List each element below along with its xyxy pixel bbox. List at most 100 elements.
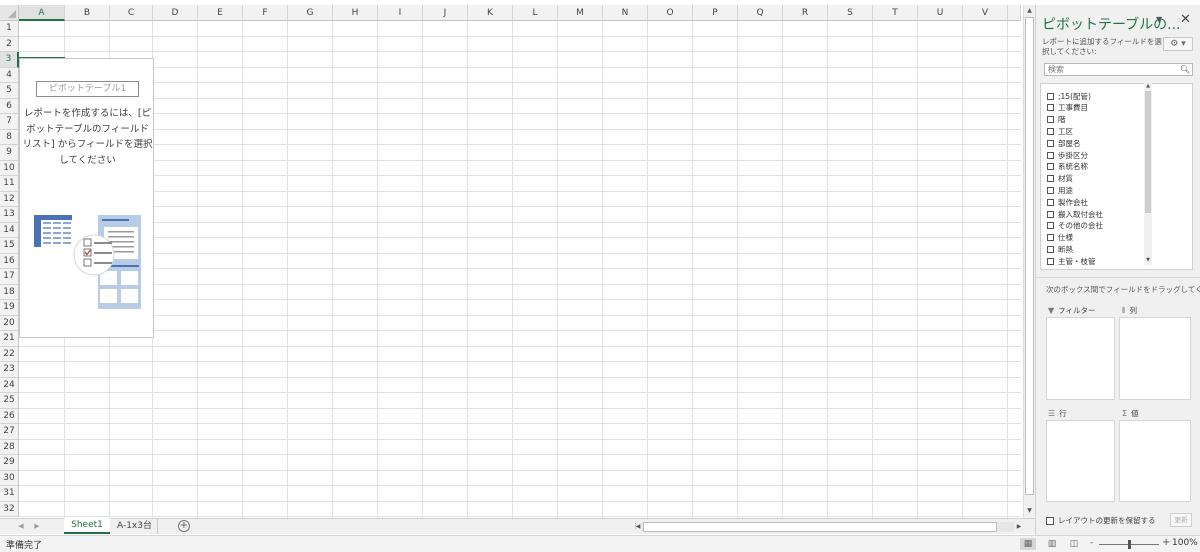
field-item[interactable]: 製作会社 <box>1047 196 1088 208</box>
field-checkbox[interactable] <box>1047 222 1054 230</box>
row-header-6[interactable]: 6 <box>0 98 19 114</box>
column-header-g[interactable]: G <box>288 5 333 21</box>
field-checkbox[interactable] <box>1047 163 1054 171</box>
filter-drop-area[interactable] <box>1046 317 1115 400</box>
tab-sheet1[interactable]: Sheet1 <box>64 518 110 534</box>
field-search-input[interactable]: 検索 🔍︎ <box>1044 63 1193 76</box>
values-drop-area[interactable] <box>1119 420 1191 502</box>
field-item[interactable]: 仕様 <box>1047 232 1073 244</box>
row-header-31[interactable]: 31 <box>0 486 19 502</box>
row-header-12[interactable]: 12 <box>0 191 19 207</box>
columns-drop-area[interactable] <box>1119 317 1191 400</box>
row-header-3[interactable]: 3 <box>0 52 19 68</box>
zoom-level[interactable]: 100% <box>1172 538 1198 548</box>
field-checkbox[interactable] <box>1047 127 1054 135</box>
add-sheet-icon[interactable]: + <box>178 520 190 532</box>
field-list[interactable]: ;15(配管) 工事費目階工区 部屋名 歩掛区分 系統名称 材質 用途 製作会社 搬入取付会社そ… <box>1040 83 1193 270</box>
zoom-out-button[interactable]: - <box>1090 538 1093 548</box>
field-item[interactable]: 階 <box>1047 114 1066 126</box>
row-header-27[interactable]: 27 <box>0 424 19 440</box>
column-header-c[interactable]: C <box>110 5 153 21</box>
row-header-16[interactable]: 16 <box>0 253 19 269</box>
field-checkbox[interactable] <box>1047 116 1054 124</box>
row-header-4[interactable]: 4 <box>0 67 19 83</box>
field-checkbox[interactable] <box>1047 92 1054 100</box>
column-header-r[interactable]: R <box>783 5 828 21</box>
field-scroll-up-icon[interactable]: ▲ <box>1144 83 1152 89</box>
row-header-8[interactable]: 8 <box>0 129 19 145</box>
column-header-q[interactable]: Q <box>738 5 783 21</box>
vertical-scrollbar[interactable]: ▲ ▼ <box>1023 5 1035 518</box>
field-checkbox[interactable] <box>1047 175 1054 183</box>
scroll-down-icon[interactable]: ▼ <box>1024 506 1035 516</box>
column-header-o[interactable]: O <box>648 5 693 21</box>
field-item[interactable]: ;15(配管) <box>1047 90 1091 102</box>
row-header-11[interactable]: 11 <box>0 176 19 192</box>
row-header-18[interactable]: 18 <box>0 284 19 300</box>
column-header-t[interactable]: T <box>873 5 918 21</box>
column-header-j[interactable]: J <box>423 5 468 21</box>
gear-icon[interactable]: ⚙ ▾ <box>1163 37 1193 51</box>
column-header-b[interactable]: B <box>65 5 110 21</box>
column-header-s[interactable]: S <box>828 5 873 21</box>
pivot-table-placeholder[interactable]: ピボットテーブル1 レポートを作成するには、[ピ ボットテーブルのフィールド リ… <box>19 58 154 338</box>
field-item[interactable]: 名称(室) <box>1047 267 1086 270</box>
row-header-17[interactable]: 17 <box>0 269 19 285</box>
field-scroll-thumb[interactable] <box>1145 91 1151 213</box>
normal-view-icon[interactable]: ▦ <box>1020 538 1036 550</box>
column-header-e[interactable]: E <box>198 5 243 21</box>
row-header-7[interactable]: 7 <box>0 114 19 130</box>
row-header-21[interactable]: 21 <box>0 331 19 347</box>
search-icon[interactable]: 🔍︎ <box>1180 64 1190 75</box>
column-header-f[interactable]: F <box>243 5 288 21</box>
field-item[interactable]: 部屋名 <box>1047 137 1081 149</box>
row-header-1[interactable]: 1 <box>0 21 19 37</box>
field-item[interactable]: 工事費目 <box>1047 102 1088 114</box>
field-item[interactable]: 主管・枝管 <box>1047 255 1096 267</box>
tab-a-1x3[interactable]: A-1x3台 <box>112 519 158 534</box>
scroll-left-icon[interactable]: ◀ <box>634 522 642 532</box>
field-checkbox[interactable] <box>1047 210 1054 218</box>
page-break-view-icon[interactable]: ◫ <box>1066 538 1082 550</box>
defer-update-checkbox[interactable] <box>1046 517 1054 525</box>
column-header-m[interactable]: M <box>558 5 603 21</box>
row-header-13[interactable]: 13 <box>0 207 19 223</box>
field-checkbox[interactable] <box>1047 234 1054 242</box>
field-checkbox[interactable] <box>1047 104 1054 112</box>
worksheet-grid[interactable]: ABCDEFGHIJKLMNOPQRSTUV 1 2 3 4 5 6 7 8 9 10 11 12 13… <box>0 5 1021 518</box>
row-header-28[interactable]: 28 <box>0 439 19 455</box>
scroll-right-icon[interactable]: ▶ <box>1015 522 1023 532</box>
row-header-29[interactable]: 29 <box>0 455 19 471</box>
column-header-k[interactable]: K <box>468 5 513 21</box>
column-header-l[interactable]: L <box>513 5 558 21</box>
page-layout-view-icon[interactable]: ▥ <box>1044 538 1060 550</box>
field-list-scrollbar[interactable]: ▲ ▼ <box>1144 83 1152 265</box>
select-all-corner[interactable] <box>0 5 19 21</box>
row-header-14[interactable]: 14 <box>0 222 19 238</box>
row-header-9[interactable]: 9 <box>0 145 19 161</box>
row-header-30[interactable]: 30 <box>0 470 19 486</box>
field-checkbox[interactable] <box>1047 198 1054 206</box>
row-header-20[interactable]: 20 <box>0 315 19 331</box>
column-header-u[interactable]: U <box>918 5 963 21</box>
field-item[interactable]: 工区 <box>1047 125 1073 137</box>
column-header-i[interactable]: I <box>378 5 423 21</box>
rows-drop-area[interactable] <box>1046 420 1115 502</box>
tab-scroll-right-icon[interactable]: ▶ <box>30 520 44 533</box>
row-header-24[interactable]: 24 <box>0 377 19 393</box>
row-header-23[interactable]: 23 <box>0 362 19 378</box>
horizontal-scroll-thumb[interactable] <box>643 522 997 532</box>
field-item[interactable]: 搬入取付会社 <box>1047 208 1103 220</box>
zoom-in-button[interactable]: + <box>1162 537 1170 548</box>
vertical-scroll-thumb[interactable] <box>1025 17 1034 495</box>
column-header-v[interactable]: V <box>963 5 1008 21</box>
pane-options-chevron-icon[interactable]: ▼ <box>1156 15 1162 24</box>
tab-scroll-left-icon[interactable]: ◀ <box>14 520 28 533</box>
field-checkbox[interactable] <box>1047 270 1054 271</box>
field-scroll-down-icon[interactable]: ▼ <box>1144 257 1152 263</box>
column-header-d[interactable]: D <box>153 5 198 21</box>
row-header-5[interactable]: 5 <box>0 83 19 99</box>
field-checkbox[interactable] <box>1047 186 1054 194</box>
scroll-up-icon[interactable]: ▲ <box>1024 6 1035 16</box>
field-checkbox[interactable] <box>1047 139 1054 147</box>
